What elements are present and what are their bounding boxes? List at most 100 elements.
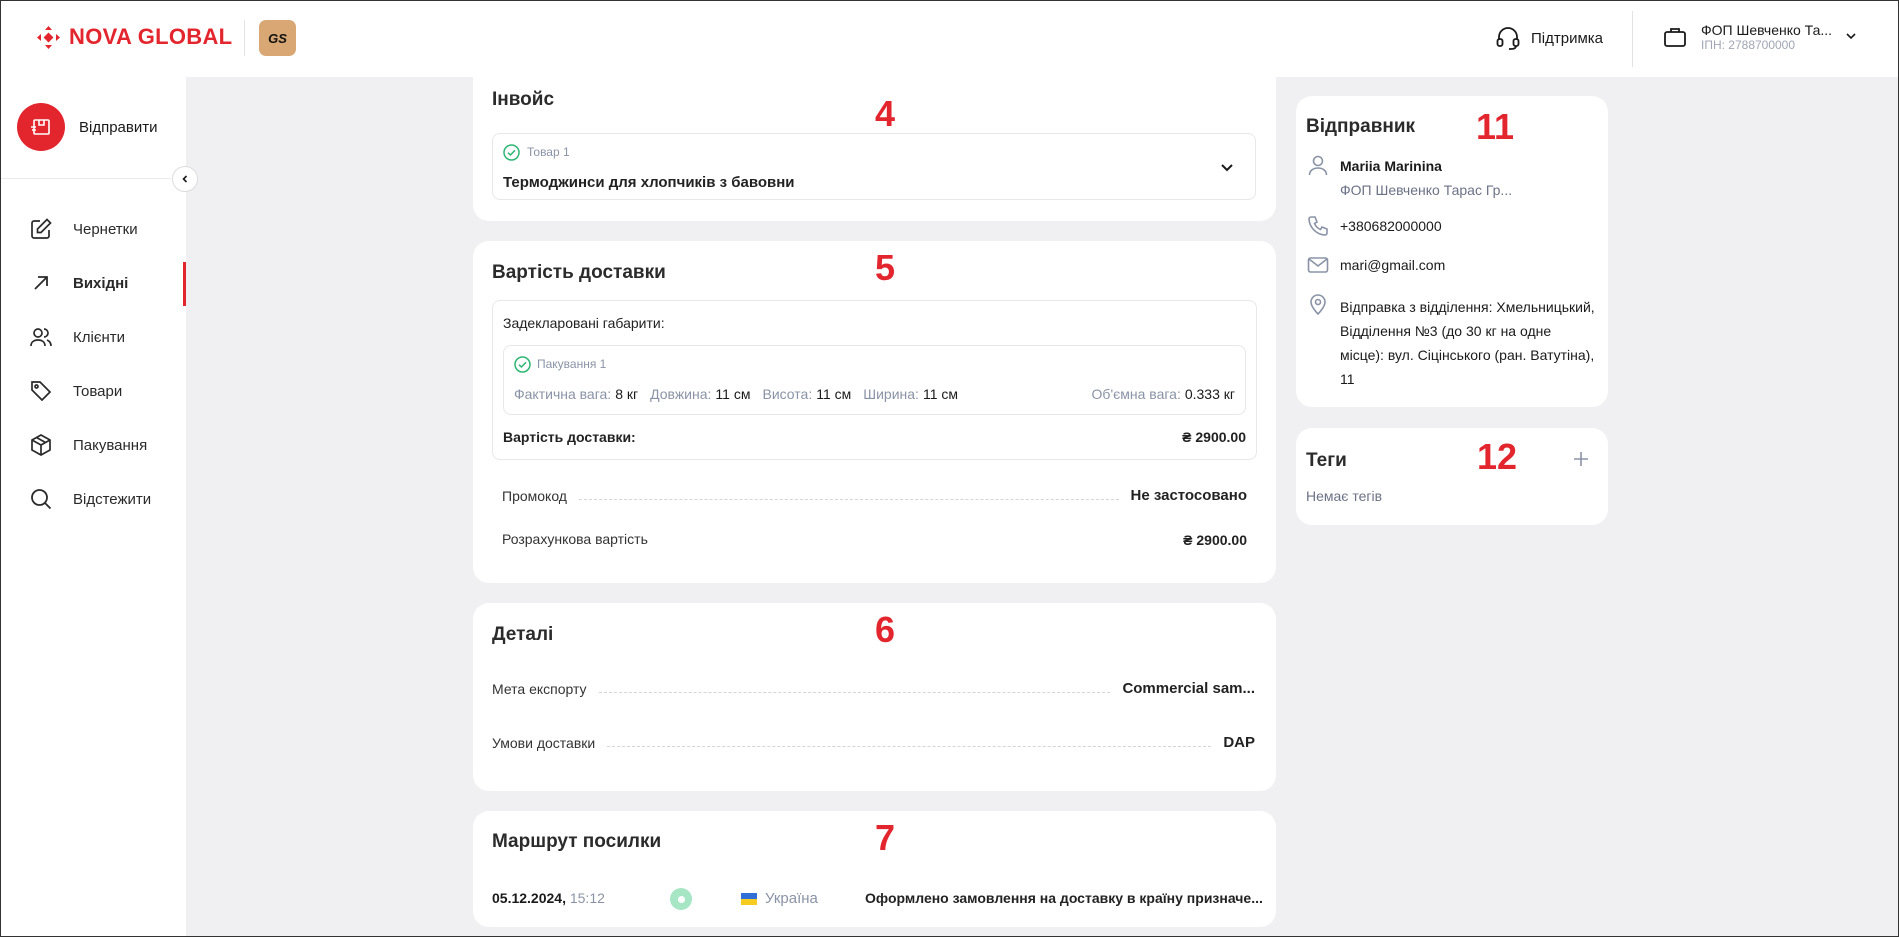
header-divider bbox=[1632, 11, 1633, 67]
mail-icon bbox=[1307, 257, 1329, 273]
sender-email: mari@gmail.com bbox=[1340, 257, 1446, 273]
logo-text: NOVA GLOBAL bbox=[69, 24, 233, 49]
tags-empty-text: Немає тегів bbox=[1306, 488, 1383, 504]
users-icon bbox=[30, 328, 52, 347]
sidebar-item-label: Вихідні bbox=[73, 274, 129, 292]
length-value: 11 см bbox=[715, 386, 751, 402]
logo-icon bbox=[37, 25, 60, 49]
volume-label: Об'ємна вага: bbox=[1091, 386, 1181, 402]
sidebar-item-clients[interactable]: Клієнти bbox=[29, 325, 125, 349]
delivery-terms-row: Умови доставки DAP bbox=[492, 734, 1255, 751]
route-event-time: 05.12.2024, 15:12 bbox=[492, 890, 605, 906]
invoice-item[interactable]: Товар 1 Термоджинси для хлопчиків з баво… bbox=[492, 133, 1256, 200]
chevron-down-icon[interactable] bbox=[1219, 159, 1235, 175]
user-icon bbox=[1308, 155, 1328, 176]
logo[interactable]: NOVA GLOBAL bbox=[36, 24, 232, 50]
search-icon bbox=[31, 489, 52, 510]
invoice-card: Інвойс 4 Товар 1 Термоджинси для хлопчик… bbox=[473, 67, 1276, 221]
sidebar-item-track[interactable]: Відстежити bbox=[29, 487, 151, 511]
sender-title: Відправник bbox=[1306, 116, 1416, 137]
delivery-cost-value: ₴ 2900.00 bbox=[1182, 429, 1246, 445]
account-switcher[interactable]: ФОП Шевченко Та... ІПН: 2788700000 bbox=[1663, 22, 1832, 52]
details-title: Деталі bbox=[492, 624, 554, 645]
chevron-down-icon[interactable] bbox=[1844, 29, 1858, 43]
edit-icon bbox=[31, 218, 52, 239]
height-label: Висота: bbox=[762, 386, 813, 402]
invoice-title: Інвойс bbox=[492, 89, 555, 110]
export-purpose-label: Мета експорту bbox=[492, 681, 587, 697]
export-purpose-row: Мета експорту Commercial sam... bbox=[492, 680, 1255, 697]
estimated-label: Розрахункова вартість bbox=[502, 531, 648, 547]
account-name: ФОП Шевченко Та... bbox=[1701, 22, 1833, 38]
sidebar-divider bbox=[1, 178, 171, 179]
chevron-left-icon bbox=[182, 175, 188, 183]
weight-label: Фактична вага: bbox=[514, 386, 612, 402]
sidebar-item-products[interactable]: Товари bbox=[29, 379, 122, 403]
sender-phone: +380682000000 bbox=[1340, 218, 1442, 234]
annotation-label: 7 bbox=[875, 817, 896, 858]
company-badge[interactable]: GS bbox=[259, 20, 296, 56]
sidebar-item-packaging[interactable]: Пакування bbox=[29, 433, 147, 457]
route-status: Оформлено замовлення на доставку в країн… bbox=[865, 890, 1263, 906]
sidebar-item-drafts[interactable]: Чернетки bbox=[29, 217, 138, 241]
collapse-sidebar-button[interactable] bbox=[172, 166, 198, 192]
sidebar-item-outgoing[interactable]: Вихідні bbox=[29, 271, 128, 295]
sidebar-item-label: Клієнти bbox=[73, 328, 126, 346]
route-country: Україна bbox=[741, 890, 818, 907]
sidebar-item-label: Відстежити bbox=[73, 490, 152, 508]
country-name: Україна bbox=[765, 890, 818, 907]
length-label: Довжина: bbox=[650, 386, 712, 402]
tags-title: Теги bbox=[1306, 450, 1347, 471]
invoice-item-name: Термоджинси для хлопчиків з бавовни bbox=[503, 174, 795, 191]
headset-icon bbox=[1496, 27, 1520, 50]
address-line: Відділення №3 (до 30 кг на одне bbox=[1340, 323, 1552, 339]
volume-weight: Об'ємна вага: 0.333 кг bbox=[1092, 386, 1235, 402]
box-icon bbox=[31, 434, 51, 456]
top-header: NOVA GLOBAL GS Підтримка ФОП Шевченко Та… bbox=[1, 1, 1898, 77]
delivery-title: Вартість доставки bbox=[492, 262, 666, 283]
briefcase-icon bbox=[1664, 28, 1686, 47]
plus-icon[interactable] bbox=[1571, 449, 1591, 469]
sidebar-item-label: Пакування bbox=[73, 436, 148, 454]
route-title: Маршрут посилки bbox=[492, 831, 662, 852]
sidebar: Відправити Чернетки Вихідні Клієнти Това… bbox=[1, 77, 198, 936]
sender-name: Mariia Marinina bbox=[1340, 158, 1442, 174]
dashed-divider bbox=[578, 499, 1119, 500]
check-circle-icon bbox=[514, 356, 531, 373]
annotation-label: 4 bbox=[875, 93, 896, 134]
package-dimensions: Фактична вага: 8 кг Довжина: 11 см Висот… bbox=[514, 386, 958, 402]
ukraine-flag-icon bbox=[741, 892, 757, 905]
app-window: NOVA GLOBAL GS Підтримка ФОП Шевченко Та… bbox=[0, 0, 1899, 937]
sidebar-item-label: Чернетки bbox=[73, 220, 138, 238]
send-label: Відправити bbox=[79, 118, 158, 136]
width-label: Ширина: bbox=[863, 386, 919, 402]
send-circle bbox=[17, 103, 65, 151]
address-line: місце): вул. Сіцінського (ран. Ватутіна)… bbox=[1340, 347, 1595, 363]
status-dot-icon bbox=[670, 888, 692, 910]
phone-icon bbox=[1308, 216, 1328, 236]
route-card: Маршрут посилки 7 05.12.2024, 15:12 Укра… bbox=[473, 811, 1276, 927]
delivery-terms-label: Умови доставки bbox=[492, 735, 596, 751]
annotation-label: 12 bbox=[1477, 436, 1518, 477]
address-line: 11 bbox=[1340, 371, 1355, 387]
package-box: Пакування 1 Фактична вага: 8 кг Довжина:… bbox=[503, 345, 1246, 415]
active-indicator bbox=[183, 262, 186, 306]
address-line: Відправка з відділення: Хмельницький, bbox=[1340, 299, 1595, 315]
arrow-up-right-icon bbox=[34, 276, 48, 290]
volume-value: 0.333 кг bbox=[1184, 386, 1235, 402]
delivery-cost-label: Вартість доставки: bbox=[503, 429, 636, 445]
height-value: 11 см bbox=[816, 386, 852, 402]
weight-value: 8 кг bbox=[615, 386, 639, 402]
support-link[interactable]: Підтримка bbox=[1495, 25, 1603, 51]
package-send-icon bbox=[31, 119, 50, 135]
promo-label: Промокод bbox=[502, 488, 567, 504]
annotation-label: 11 bbox=[1476, 106, 1515, 147]
dashed-divider bbox=[607, 746, 1212, 747]
package-label: Пакування 1 bbox=[537, 357, 607, 371]
promo-value: Не застосовано bbox=[1130, 487, 1248, 504]
invoice-item-label: Товар 1 bbox=[527, 145, 570, 159]
send-button[interactable]: Відправити bbox=[17, 103, 158, 151]
width-value: 11 см bbox=[922, 386, 959, 402]
dashed-divider bbox=[598, 692, 1111, 693]
estimated-value: ₴ 2900.00 bbox=[1183, 532, 1247, 548]
